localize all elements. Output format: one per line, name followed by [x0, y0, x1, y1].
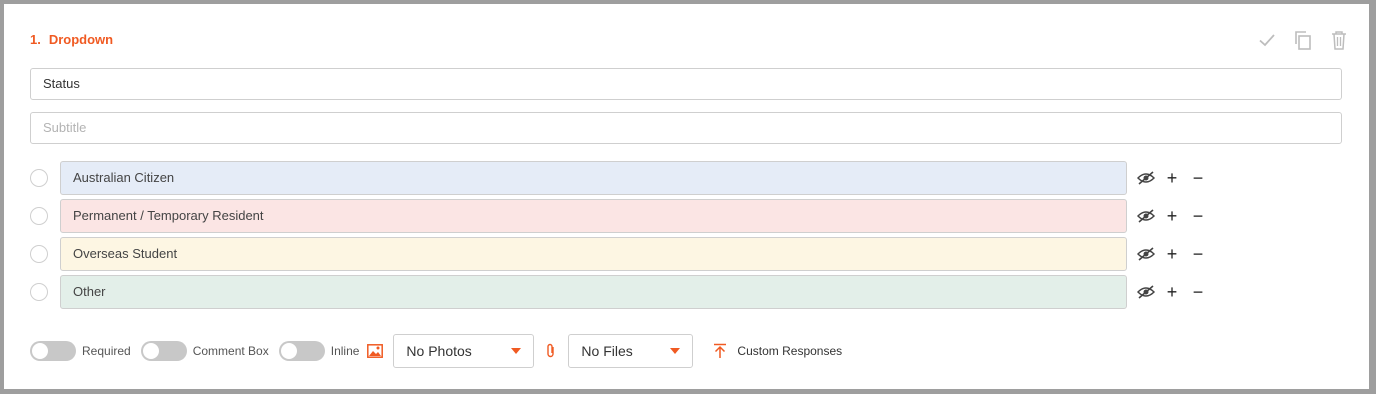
option-radio[interactable] — [30, 169, 48, 187]
option-row: Overseas Student + − — [30, 237, 1207, 271]
question-footer: Required Comment Box Inline No Photos No… — [30, 334, 842, 368]
option-row: Australian Citizen + − — [30, 161, 1207, 195]
plus-icon[interactable]: + — [1163, 283, 1181, 301]
inline-label: Inline — [330, 344, 360, 358]
check-icon[interactable] — [1257, 30, 1277, 50]
option-input[interactable]: Other — [60, 275, 1127, 309]
minus-icon[interactable]: − — [1189, 207, 1207, 225]
option-radio[interactable] — [30, 283, 48, 301]
minus-icon[interactable]: − — [1189, 283, 1207, 301]
option-actions: + − — [1137, 169, 1207, 187]
minus-icon[interactable]: − — [1189, 245, 1207, 263]
eye-slash-icon[interactable] — [1137, 245, 1155, 263]
header-actions — [1257, 30, 1349, 50]
eye-slash-icon[interactable] — [1137, 169, 1155, 187]
option-radio[interactable] — [30, 207, 48, 225]
plus-icon[interactable]: + — [1163, 169, 1181, 187]
eye-slash-icon[interactable] — [1137, 207, 1155, 225]
option-actions: + − — [1137, 207, 1207, 225]
option-input[interactable]: Overseas Student — [60, 237, 1127, 271]
option-actions: + − — [1137, 283, 1207, 301]
inline-toggle[interactable] — [278, 341, 325, 361]
copy-icon[interactable] — [1293, 30, 1313, 50]
minus-icon[interactable]: − — [1189, 169, 1207, 187]
option-input[interactable]: Australian Citizen — [60, 161, 1127, 195]
comment-box-toggle[interactable] — [140, 341, 187, 361]
plus-icon[interactable]: + — [1163, 245, 1181, 263]
subtitle-input[interactable]: Subtitle — [30, 112, 1342, 144]
eye-slash-icon[interactable] — [1137, 283, 1155, 301]
chevron-down-icon — [670, 348, 681, 354]
question-number: 1. — [30, 32, 41, 47]
toggle-knob — [142, 343, 159, 359]
required-label: Required — [82, 344, 131, 358]
paperclip-icon — [546, 343, 556, 359]
comment-box-label: Comment Box — [192, 344, 269, 358]
option-actions: + − — [1137, 245, 1207, 263]
files-select[interactable]: No Files — [568, 334, 694, 368]
option-row: Other + − — [30, 275, 1207, 309]
photos-select-value: No Photos — [406, 343, 472, 359]
photos-select[interactable]: No Photos — [393, 334, 535, 368]
question-card: 1. Dropdown Status Subtitle Australian Ci… — [4, 4, 1369, 389]
toggle-knob — [280, 343, 297, 359]
custom-responses-link[interactable]: Custom Responses — [737, 344, 842, 358]
plus-icon[interactable]: + — [1163, 207, 1181, 225]
question-title: 1. Dropdown — [30, 32, 113, 47]
option-row: Permanent / Temporary Resident + − — [30, 199, 1207, 233]
upload-icon[interactable] — [713, 343, 727, 359]
chevron-down-icon — [511, 348, 522, 354]
trash-icon[interactable] — [1329, 30, 1349, 50]
option-radio[interactable] — [30, 245, 48, 263]
title-input[interactable]: Status — [30, 68, 1342, 100]
image-icon — [367, 344, 384, 358]
required-toggle[interactable] — [30, 341, 76, 361]
question-type: Dropdown — [48, 32, 114, 47]
toggle-knob — [32, 343, 48, 359]
files-select-value: No Files — [581, 343, 633, 359]
option-input[interactable]: Permanent / Temporary Resident — [60, 199, 1127, 233]
